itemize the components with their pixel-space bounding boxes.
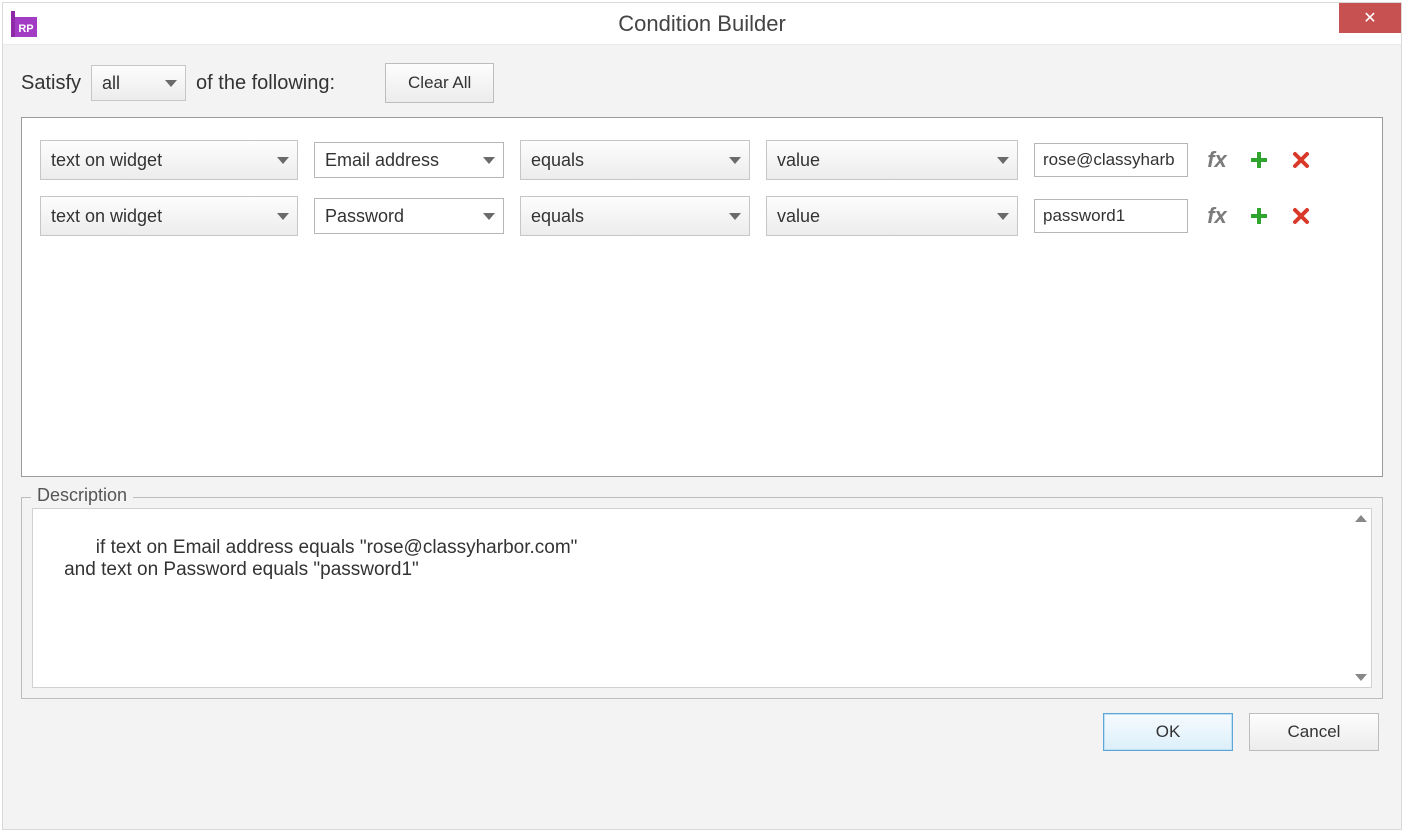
titlebar: RP Condition Builder ✕: [3, 3, 1401, 45]
chevron-down-icon: [165, 80, 177, 87]
chevron-down-icon: [483, 213, 495, 220]
condition-builder-window: RP Condition Builder ✕ Satisfy all of th…: [2, 2, 1402, 830]
condition-widget-value: Email address: [325, 150, 475, 171]
chevron-down-icon: [277, 213, 289, 220]
description-frame: if text on Email address equals "rose@cl…: [21, 497, 1383, 699]
condition-widget-dropdown[interactable]: Email address: [314, 142, 504, 178]
condition-operator-value: equals: [531, 206, 721, 227]
client-area: Satisfy all of the following: Clear All …: [3, 45, 1401, 829]
condition-row: text on widget Password equals value fx: [40, 196, 1364, 236]
condition-source-value: text on widget: [51, 206, 269, 227]
condition-row: text on widget Email address equals valu…: [40, 140, 1364, 180]
satisfy-mode-dropdown[interactable]: all: [91, 65, 186, 101]
close-icon: ✕: [1363, 8, 1376, 28]
description-text: if text on Email address equals "rose@cl…: [43, 537, 577, 580]
condition-rhs-type-dropdown[interactable]: value: [766, 140, 1018, 180]
remove-condition-button[interactable]: [1288, 203, 1314, 229]
close-button[interactable]: ✕: [1339, 3, 1401, 33]
dialog-footer: OK Cancel: [21, 713, 1383, 751]
scroll-down-icon[interactable]: [1355, 674, 1367, 681]
remove-condition-button[interactable]: [1288, 147, 1314, 173]
cancel-label: Cancel: [1288, 722, 1341, 742]
condition-rhs-type-value: value: [777, 150, 989, 171]
condition-source-value: text on widget: [51, 150, 269, 171]
fx-button[interactable]: fx: [1204, 147, 1230, 173]
ok-label: OK: [1156, 722, 1181, 742]
condition-value-input[interactable]: [1034, 143, 1188, 177]
condition-operator-value: equals: [531, 150, 721, 171]
condition-rhs-type-dropdown[interactable]: value: [766, 196, 1018, 236]
scroll-up-icon[interactable]: [1355, 515, 1367, 522]
condition-source-dropdown[interactable]: text on widget: [40, 196, 298, 236]
chevron-down-icon: [729, 157, 741, 164]
ok-button[interactable]: OK: [1103, 713, 1233, 751]
description-group: Description if text on Email address equ…: [21, 497, 1383, 699]
condition-source-dropdown[interactable]: text on widget: [40, 140, 298, 180]
condition-widget-dropdown[interactable]: Password: [314, 198, 504, 234]
condition-widget-value: Password: [325, 206, 475, 227]
condition-value-input[interactable]: [1034, 199, 1188, 233]
chevron-down-icon: [277, 157, 289, 164]
add-condition-button[interactable]: [1246, 147, 1272, 173]
add-condition-button[interactable]: [1246, 203, 1272, 229]
condition-operator-dropdown[interactable]: equals: [520, 140, 750, 180]
chevron-down-icon: [997, 213, 1009, 220]
conditions-panel: text on widget Email address equals valu…: [21, 117, 1383, 477]
app-icon: RP: [9, 9, 39, 39]
condition-operator-dropdown[interactable]: equals: [520, 196, 750, 236]
chevron-down-icon: [483, 157, 495, 164]
chevron-down-icon: [729, 213, 741, 220]
chevron-down-icon: [997, 157, 1009, 164]
clear-all-label: Clear All: [408, 73, 471, 93]
satisfy-prefix-label: Satisfy: [21, 72, 81, 95]
satisfy-row: Satisfy all of the following: Clear All: [21, 63, 1383, 103]
satisfy-mode-value: all: [102, 73, 157, 94]
window-title: Condition Builder: [3, 11, 1401, 37]
condition-rhs-type-value: value: [777, 206, 989, 227]
cancel-button[interactable]: Cancel: [1249, 713, 1379, 751]
clear-all-button[interactable]: Clear All: [385, 63, 494, 103]
satisfy-suffix-label: of the following:: [196, 72, 335, 95]
description-legend: Description: [31, 485, 133, 506]
fx-button[interactable]: fx: [1204, 203, 1230, 229]
svg-text:RP: RP: [18, 23, 33, 35]
description-textarea[interactable]: if text on Email address equals "rose@cl…: [32, 508, 1372, 688]
